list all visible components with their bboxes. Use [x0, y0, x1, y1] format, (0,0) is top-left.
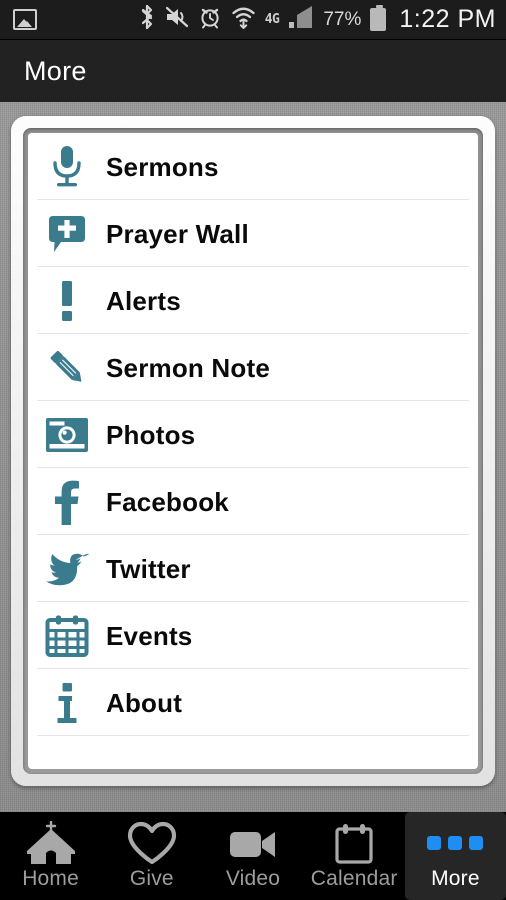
menu-item-label: Alerts [106, 285, 181, 316]
battery-percent-label: 77% [323, 8, 362, 30]
bluetooth-icon [138, 4, 156, 35]
gallery-icon [13, 9, 37, 30]
menu-item-label: Events [106, 620, 193, 651]
exclamation-mark-icon [28, 267, 106, 334]
app-screen: 4G 77% 1:22 PM More Sermons Prayer Wall … [0, 0, 506, 900]
tab-video[interactable]: Video [202, 812, 303, 900]
three-dots-icon [427, 821, 484, 865]
tab-label: Give [129, 866, 174, 890]
status-bar-left [0, 9, 37, 30]
tab-label: Calendar [310, 866, 398, 890]
menu-item-events[interactable]: Events [28, 602, 478, 669]
more-menu-list: Sermons Prayer Wall Alerts Sermon Note P… [28, 133, 478, 736]
alarm-clock-icon [198, 5, 222, 34]
tab-label: Home [22, 866, 80, 890]
heart-icon [127, 821, 177, 865]
speech-bubble-cross-icon [28, 200, 106, 267]
bottom-tab-bar: Home Give Video Calendar More [0, 812, 506, 900]
menu-card: Sermons Prayer Wall Alerts Sermon Note P… [28, 133, 478, 769]
camera-icon [28, 401, 106, 468]
tab-calendar[interactable]: Calendar [304, 812, 405, 900]
cellular-signal-icon [288, 5, 314, 34]
menu-item-about[interactable]: About [28, 669, 478, 736]
tab-label: Video [225, 866, 281, 890]
menu-item-label: Facebook [106, 486, 229, 517]
wifi-icon [231, 5, 256, 35]
title-bar: More [0, 40, 506, 102]
battery-icon [370, 5, 387, 31]
microphone-icon [28, 133, 106, 200]
church-icon [24, 820, 78, 865]
clock-label: 1:22 PM [399, 5, 496, 33]
tab-label: More [431, 866, 480, 890]
pencil-icon [28, 334, 106, 401]
page-title: More [24, 55, 87, 86]
menu-item-label: Photos [106, 419, 196, 450]
twitter-bird-icon [28, 535, 106, 602]
tab-home[interactable]: Home [0, 812, 101, 900]
menu-item-label: Sermons [106, 151, 219, 182]
menu-item-photos[interactable]: Photos [28, 401, 478, 468]
facebook-icon [28, 468, 106, 535]
status-bar-right: 4G 77% 1:22 PM [138, 4, 506, 35]
card-frame: Sermons Prayer Wall Alerts Sermon Note P… [11, 116, 495, 786]
menu-item-label: Twitter [106, 553, 191, 584]
menu-item-label: Prayer Wall [106, 218, 249, 249]
menu-item-label: About [106, 687, 183, 718]
video-camera-icon [226, 821, 280, 865]
calendar-icon [330, 821, 378, 865]
card-frame-inner: Sermons Prayer Wall Alerts Sermon Note P… [23, 128, 483, 774]
menu-item-prayer-wall[interactable]: Prayer Wall [28, 200, 478, 267]
menu-item-sermon-note[interactable]: Sermon Note [28, 334, 478, 401]
volume-mute-icon [165, 5, 189, 34]
info-icon [28, 669, 106, 736]
menu-item-alerts[interactable]: Alerts [28, 267, 478, 334]
tab-more[interactable]: More [404, 812, 506, 900]
status-bar: 4G 77% 1:22 PM [0, 0, 506, 40]
network-type-label: 4G [264, 12, 280, 27]
tab-give[interactable]: Give [101, 812, 202, 900]
menu-item-facebook[interactable]: Facebook [28, 468, 478, 535]
menu-item-twitter[interactable]: Twitter [28, 535, 478, 602]
menu-item-sermons[interactable]: Sermons [28, 133, 478, 200]
calendar-icon [28, 602, 106, 669]
menu-item-label: Sermon Note [106, 352, 271, 383]
